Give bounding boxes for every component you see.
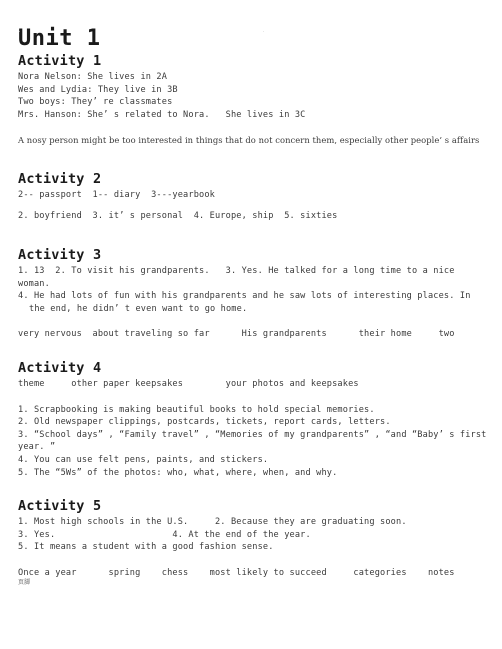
document-page: . . Unit 1 Activity 1 Nora Nelson: She l… bbox=[0, 0, 502, 649]
activity-1-paragraph: A nosy person might be too interested in… bbox=[18, 135, 480, 146]
activity-1-line: Nora Nelson: She lives in 2A bbox=[18, 72, 168, 82]
activity-5-line: 1. Most high schools in the U.S. 2. Beca… bbox=[18, 517, 407, 528]
activity-section-1: Activity 1 Nora Nelson: She lives in 2A … bbox=[18, 53, 490, 147]
activity-section-2: Activity 2 2-- passport 1-- diary 3---ye… bbox=[18, 171, 490, 223]
activity-1-line: Mrs. Hanson: She’ s related to Nora. She… bbox=[18, 109, 306, 120]
activity-1-line: Wes and Lydia: They live in 3B bbox=[18, 84, 178, 95]
header-artifacts: . . bbox=[0, 28, 502, 36]
activity-5-title: Activity 5 bbox=[18, 498, 102, 515]
activity-section-3: Activity 3 1. 13 2. To visit his grandpa… bbox=[18, 247, 490, 341]
page-footer-note: 页脚 bbox=[18, 579, 31, 587]
header-mark-right: . bbox=[262, 28, 266, 34]
activity-4-line: 3. “School days” , “Family travel” , “Me… bbox=[18, 429, 492, 453]
activity-5-line: 5. It means a student with a good fashio… bbox=[18, 542, 274, 553]
activity-section-5: Activity 5 1. Most high schools in the U… bbox=[18, 498, 490, 587]
activity-section-4: Activity 4 theme other paper keepsakes y… bbox=[18, 360, 490, 479]
activity-4-line: 4. You can use felt pens, paints, and st… bbox=[18, 454, 269, 465]
activity-4-title: Activity 4 bbox=[18, 359, 102, 376]
activity-2-title: Activity 2 bbox=[18, 170, 102, 187]
activity-4-line: 2. Old newspaper clippings, postcards, t… bbox=[18, 417, 391, 428]
activity-4-line: 5. The “5Ws” of the photos: who, what, w… bbox=[18, 467, 338, 478]
activity-2-line: 2-- passport 1-- diary 3---yearbook bbox=[18, 189, 215, 200]
activity-3-line: 1. 13 2. To visit his grandparents. 3. Y… bbox=[18, 265, 460, 289]
activity-5-line: 3. Yes. 4. At the end of the year. bbox=[18, 529, 311, 540]
activity-1-title: Activity 1 bbox=[18, 53, 102, 69]
header-mark-left: . bbox=[18, 28, 22, 34]
activity-3-keywords: very nervous about traveling so far His … bbox=[18, 329, 455, 340]
activity-5-keywords: Once a year spring chess most likely to … bbox=[18, 567, 455, 578]
activity-4-keywords: theme other paper keepsakes your photos … bbox=[18, 378, 359, 389]
activity-1-line: Two boys: They’ re classmates bbox=[18, 97, 173, 108]
activity-4-line: 1. Scrapbooking is making beautiful book… bbox=[18, 404, 375, 415]
activity-3-line: 4. He had lots of fun with his grandpare… bbox=[18, 291, 476, 314]
activity-2-line: 2. boyfriend 3. it’ s personal 4. Europe… bbox=[18, 211, 338, 222]
activity-3-title: Activity 3 bbox=[18, 246, 102, 263]
